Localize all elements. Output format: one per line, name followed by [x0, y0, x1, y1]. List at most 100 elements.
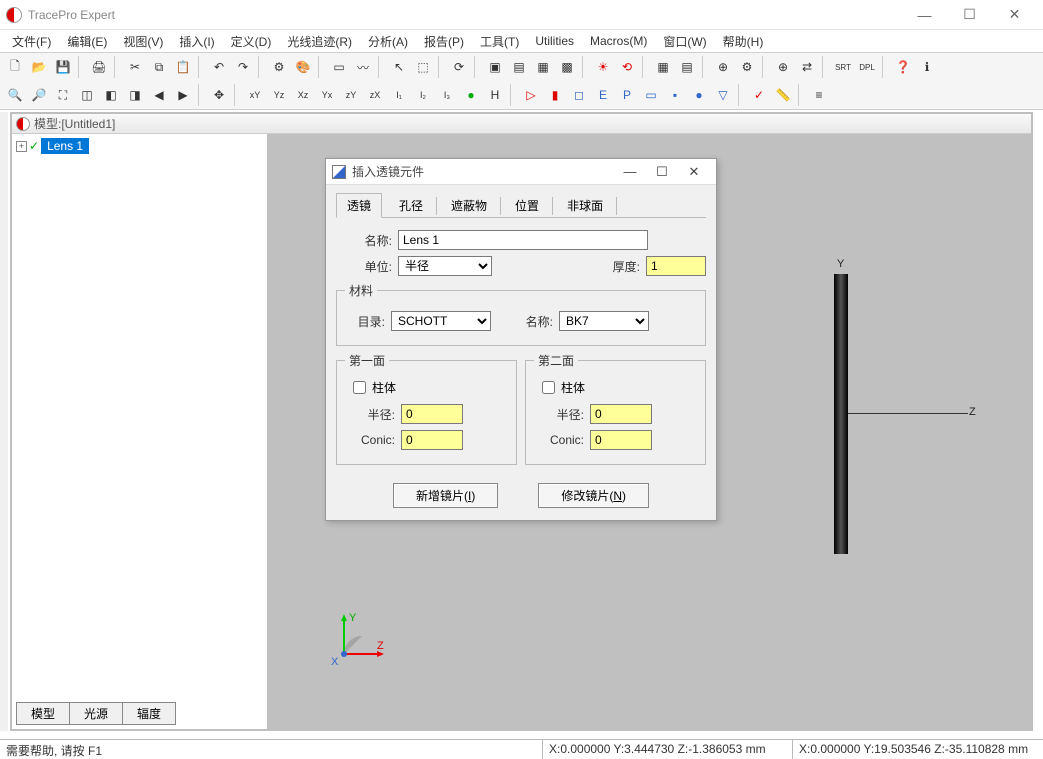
- axis-yx-icon[interactable]: Yx: [316, 84, 338, 106]
- print-icon[interactable]: 🖨: [88, 56, 110, 78]
- sketch-icon[interactable]: 〰: [352, 56, 374, 78]
- axis-xz-icon[interactable]: Xz: [292, 84, 314, 106]
- cut-icon[interactable]: ✂: [124, 56, 146, 78]
- reverse-icon[interactable]: ⟲: [616, 56, 638, 78]
- shape-rect-icon[interactable]: ▭: [640, 84, 662, 106]
- chart-icon[interactable]: ▤: [676, 56, 698, 78]
- menu-raytrace[interactable]: 光线追迹(R): [279, 31, 360, 52]
- view-grid-icon[interactable]: ▩: [556, 56, 578, 78]
- help-icon[interactable]: ❓: [892, 56, 914, 78]
- select-icon[interactable]: ⬚: [412, 56, 434, 78]
- menu-report[interactable]: 报告(P): [416, 31, 472, 52]
- close-button[interactable]: ✕: [992, 1, 1037, 29]
- axis-iso3-icon[interactable]: I₃: [436, 84, 458, 106]
- menu-window[interactable]: 窗口(W): [655, 31, 714, 52]
- menu-help[interactable]: 帮助(H): [715, 31, 772, 52]
- trace-icon[interactable]: ☀: [592, 56, 614, 78]
- paste-icon[interactable]: 📋: [172, 56, 194, 78]
- maximize-button[interactable]: ☐: [947, 1, 992, 29]
- view-tile-icon[interactable]: ▤: [508, 56, 530, 78]
- cursor-icon[interactable]: ↖: [388, 56, 410, 78]
- dialog-titlebar[interactable]: 插入透镜元件 — ☐ ✕: [326, 159, 716, 185]
- copy-icon[interactable]: ⧉: [148, 56, 170, 78]
- zoom-fit-icon[interactable]: ⛶: [52, 84, 74, 106]
- menu-macros[interactable]: Macros(M): [582, 32, 655, 50]
- viewport[interactable]: Y Z Y Z X 插入透: [269, 134, 1031, 729]
- h-icon[interactable]: H: [484, 84, 506, 106]
- thickness-input[interactable]: [646, 256, 706, 276]
- shape-d-icon[interactable]: ▷: [520, 84, 542, 106]
- dialog-maximize-button[interactable]: ☐: [646, 160, 678, 184]
- new-lens-button[interactable]: 新增镜片(I): [393, 483, 498, 508]
- dot-icon[interactable]: ●: [460, 84, 482, 106]
- dpl-icon[interactable]: DPL: [856, 56, 878, 78]
- pan-prev-icon[interactable]: ◀: [148, 84, 170, 106]
- shape-sq-icon[interactable]: ▪: [664, 84, 686, 106]
- axis-zy-icon[interactable]: zY: [340, 84, 362, 106]
- view-split-icon[interactable]: ▦: [532, 56, 554, 78]
- minimize-button[interactable]: —: [902, 1, 947, 29]
- srt-icon[interactable]: SRT: [832, 56, 854, 78]
- redo-icon[interactable]: ↷: [232, 56, 254, 78]
- ruler-icon[interactable]: 📏: [772, 84, 794, 106]
- view-window-icon[interactable]: ▣: [484, 56, 506, 78]
- tab-lens[interactable]: 透镜: [336, 193, 382, 218]
- tab-aperture[interactable]: 孔径: [388, 193, 434, 218]
- undo-icon[interactable]: ↶: [208, 56, 230, 78]
- material-name-select[interactable]: BK7: [559, 311, 649, 331]
- move-icon[interactable]: ✥: [208, 84, 230, 106]
- tree-row[interactable]: + ✓ Lens 1: [16, 138, 263, 154]
- gear-icon[interactable]: ⚙: [736, 56, 758, 78]
- rotate-icon[interactable]: ⟳: [448, 56, 470, 78]
- pan-next-icon[interactable]: ▶: [172, 84, 194, 106]
- settings-icon[interactable]: ⚙: [268, 56, 290, 78]
- tab-irradiance[interactable]: 辐度: [122, 702, 176, 725]
- tab-aspheric[interactable]: 非球面: [556, 193, 614, 218]
- render-icon[interactable]: 🎨: [292, 56, 314, 78]
- dialog-minimize-button[interactable]: —: [614, 160, 646, 184]
- name-input[interactable]: [398, 230, 648, 250]
- expand-icon[interactable]: +: [16, 141, 27, 152]
- link-icon[interactable]: ⇄: [796, 56, 818, 78]
- surf1-radius-input[interactable]: [401, 404, 463, 424]
- object-icon[interactable]: ▭: [328, 56, 350, 78]
- dialog-close-button[interactable]: ✕: [678, 160, 710, 184]
- new-icon[interactable]: 🗋: [4, 56, 26, 78]
- about-icon[interactable]: ℹ: [916, 56, 938, 78]
- tree-item-label[interactable]: Lens 1: [41, 138, 89, 154]
- shape-dot-icon[interactable]: ●: [688, 84, 710, 106]
- surf1-conic-input[interactable]: [401, 430, 463, 450]
- layers-icon[interactable]: ≡: [808, 84, 830, 106]
- unit-select[interactable]: 半径: [398, 256, 492, 276]
- tab-obscure[interactable]: 遮蔽物: [440, 193, 498, 218]
- zoom-all-icon[interactable]: ◨: [124, 84, 146, 106]
- menu-insert[interactable]: 插入(I): [171, 31, 222, 52]
- tab-position[interactable]: 位置: [504, 193, 550, 218]
- surf2-cyl-checkbox[interactable]: [542, 381, 555, 394]
- surf2-radius-input[interactable]: [590, 404, 652, 424]
- menu-view[interactable]: 视图(V): [115, 31, 171, 52]
- menu-utilities[interactable]: Utilities: [527, 32, 582, 50]
- save-icon[interactable]: 💾: [52, 56, 74, 78]
- zoom-out-icon[interactable]: 🔎: [28, 84, 50, 106]
- zoom-sel-icon[interactable]: ◧: [100, 84, 122, 106]
- menu-define[interactable]: 定义(D): [223, 31, 280, 52]
- shape-bar-icon[interactable]: ▮: [544, 84, 566, 106]
- menu-edit[interactable]: 编辑(E): [59, 31, 115, 52]
- surf1-cyl-checkbox[interactable]: [353, 381, 366, 394]
- axis-iso2-icon[interactable]: I₂: [412, 84, 434, 106]
- shape-p-icon[interactable]: P: [616, 84, 638, 106]
- zoom-in-icon[interactable]: 🔍: [4, 84, 26, 106]
- menu-analysis[interactable]: 分析(A): [360, 31, 416, 52]
- axis-iso1-icon[interactable]: I₁: [388, 84, 410, 106]
- tab-model[interactable]: 模型: [16, 702, 70, 725]
- zoom-window-icon[interactable]: ◫: [76, 84, 98, 106]
- catalog-select[interactable]: SCHOTT: [391, 311, 491, 331]
- open-icon[interactable]: 📂: [28, 56, 50, 78]
- globe-icon[interactable]: ⊕: [772, 56, 794, 78]
- table-icon[interactable]: ▦: [652, 56, 674, 78]
- menu-tools[interactable]: 工具(T): [472, 31, 527, 52]
- axis-yz-icon[interactable]: Yz: [268, 84, 290, 106]
- check-icon[interactable]: ✓: [748, 84, 770, 106]
- shape-down-icon[interactable]: ▽: [712, 84, 734, 106]
